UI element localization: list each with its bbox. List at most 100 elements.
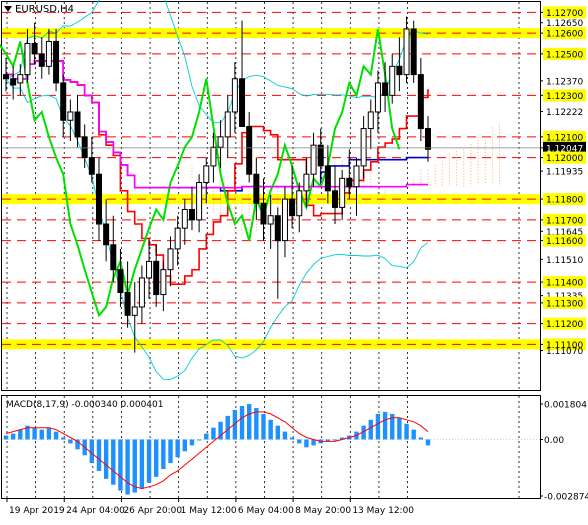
candle-body	[360, 128, 367, 167]
macd-bar	[397, 417, 402, 440]
macd-bar	[68, 439, 73, 444]
candle-body	[367, 111, 374, 130]
candle-body	[88, 157, 95, 175]
price-label: 1.12700	[546, 9, 583, 19]
price-chart: 1.127001.126501.126001.125001.123701.123…	[0, 0, 588, 521]
price-label: 1.11300	[546, 299, 583, 309]
candle-body	[246, 125, 253, 175]
macd-bar	[175, 439, 180, 458]
candle-body	[332, 190, 339, 208]
macd-bar	[246, 404, 252, 440]
time-label: 13 May 12:00	[352, 506, 414, 516]
candle-body	[103, 223, 110, 246]
candle-body	[425, 128, 431, 150]
candle-body	[167, 248, 174, 271]
candle-body	[374, 82, 381, 113]
macd-bar	[39, 429, 44, 440]
candle-body	[24, 42, 31, 76]
macd-bar	[282, 431, 288, 440]
symbol-title-group: EURUSD,H4	[4, 4, 74, 15]
chart-window: 1.12700 1.12650 1.12600 1.12500 1.12370 1.123…	[0, 0, 588, 521]
price-label: 1.11510	[546, 256, 583, 266]
macd-axis-label: -0.002874	[544, 493, 588, 503]
macd-bar	[404, 423, 409, 440]
macd-bar	[132, 439, 137, 493]
macd-bar	[146, 439, 152, 483]
macd-bar	[411, 429, 416, 440]
candle-body	[389, 65, 396, 96]
macd-bar	[103, 439, 109, 479]
macd-bar	[425, 439, 431, 446]
macd-bar	[10, 433, 16, 440]
candle-body	[188, 208, 195, 221]
candle-body	[181, 208, 188, 229]
candle-body	[17, 74, 24, 84]
macd-bar	[204, 433, 209, 440]
candle-body	[253, 173, 260, 204]
time-label: 24 Apr 04:00	[66, 506, 125, 516]
candle-body	[260, 202, 267, 225]
candle-body	[174, 227, 181, 250]
candle-body	[124, 291, 131, 316]
candle-body	[281, 198, 288, 242]
price-label: 1.11400	[546, 279, 583, 289]
candle-body	[3, 74, 9, 80]
candle-body	[210, 146, 217, 167]
macd-bar	[375, 413, 381, 440]
macd-bar	[189, 439, 195, 446]
candle-body	[310, 144, 317, 175]
macd-bar	[61, 437, 66, 440]
candle-body	[267, 215, 274, 225]
candle-body	[74, 111, 81, 138]
price-label: 1.12000	[546, 154, 583, 164]
candle-body	[296, 190, 303, 217]
candle-body	[31, 42, 38, 55]
macd-bar	[168, 439, 173, 464]
candle-body	[396, 65, 403, 76]
macd-bar	[368, 419, 373, 440]
candle-body	[274, 215, 281, 242]
macd-bar	[304, 439, 309, 448]
candle-body	[60, 82, 67, 121]
macd-bar	[154, 439, 159, 477]
candle-body	[138, 277, 145, 308]
candle-body	[67, 111, 74, 121]
candle-body	[131, 306, 138, 316]
macd-axis-label: 0.00	[544, 436, 564, 446]
candle-body	[196, 182, 203, 221]
macd-bar	[161, 439, 166, 469]
candle-body	[239, 78, 246, 127]
candle-body	[317, 144, 324, 167]
candle-body	[410, 28, 417, 76]
candle-body	[417, 74, 424, 130]
symbol-title: EURUSD,H4	[15, 4, 74, 15]
macd-bar	[332, 439, 338, 441]
macd-bar	[46, 427, 52, 440]
candle-body	[81, 136, 88, 159]
candle-body	[289, 198, 296, 217]
macd-bar	[18, 429, 23, 440]
macd-bar	[418, 437, 424, 440]
candle-body	[146, 260, 153, 279]
candle-body	[224, 111, 231, 138]
macd-bar	[382, 411, 388, 440]
candle-body	[117, 269, 124, 293]
candle-body	[324, 165, 331, 192]
macd-axis-label: 0.001804	[544, 401, 587, 411]
macd-bar	[111, 439, 116, 485]
macd-title: MACD(8,17,9) -0.000340 0.000401	[6, 400, 163, 410]
macd-bar	[3, 435, 9, 440]
candle-body	[45, 40, 52, 67]
candle-body	[153, 260, 160, 296]
macd-bar	[182, 439, 188, 452]
price-label: 1.11600	[546, 237, 583, 247]
candle-body	[303, 173, 310, 192]
candle-body	[403, 28, 410, 76]
price-label: 1.11800	[546, 196, 583, 206]
candle-body	[353, 165, 360, 188]
price-label: 1.11200	[546, 320, 583, 330]
candle-body	[160, 269, 167, 296]
price-label: 1.12222	[546, 108, 583, 118]
price-label: 1.11070	[546, 347, 583, 357]
candle-body	[346, 177, 353, 188]
